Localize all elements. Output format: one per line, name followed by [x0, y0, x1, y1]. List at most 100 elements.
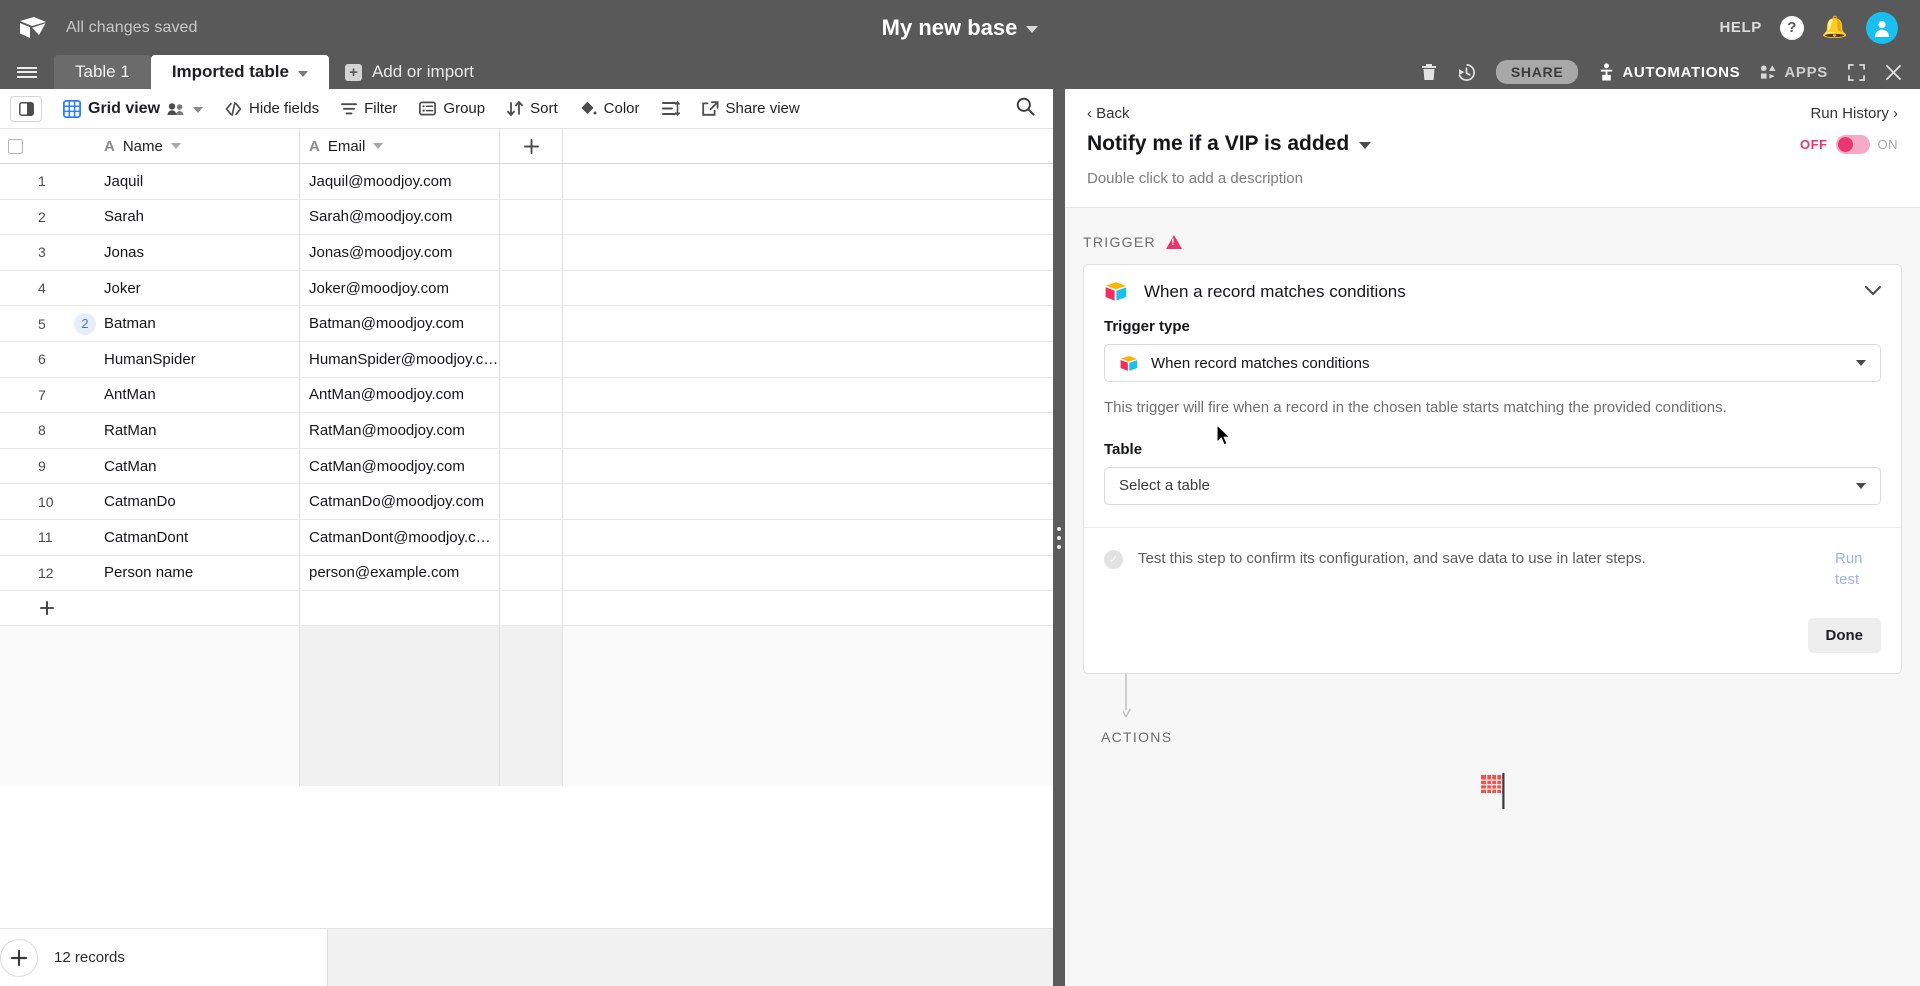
cell-email[interactable]: Jonas@moodjoy.com — [300, 235, 500, 270]
run-test-button[interactable]: Run test — [1835, 548, 1881, 590]
add-row-button[interactable] — [0, 591, 1053, 627]
table-row[interactable]: 1 Jaquil Jaquil@moodjoy.com — [0, 164, 1053, 200]
table-select[interactable]: Select a table — [1104, 466, 1881, 505]
table-row[interactable]: 3 Jonas Jonas@moodjoy.com — [0, 235, 1053, 271]
side-panel-toggle-icon[interactable] — [10, 95, 42, 122]
cell-email[interactable]: CatmanDo@moodjoy.com — [300, 484, 500, 519]
group-button[interactable]: Group — [410, 95, 494, 122]
cell-email[interactable]: AntMan@moodjoy.com — [300, 377, 500, 413]
chevron-down-icon[interactable] — [373, 143, 384, 149]
cell-email[interactable]: Sarah@moodjoy.com — [300, 199, 500, 235]
row-checkbox[interactable] — [0, 378, 30, 413]
chevron-down-icon[interactable] — [1865, 283, 1881, 301]
table-row[interactable]: 5 2 Batman Batman@moodjoy.com — [0, 306, 1053, 342]
done-button[interactable]: Done — [1807, 617, 1881, 653]
add-or-import-button[interactable]: + Add or import — [329, 55, 490, 89]
row-checkbox[interactable] — [0, 413, 30, 448]
column-header-email[interactable]: A Email — [300, 129, 500, 163]
row-comment-badge[interactable] — [66, 449, 104, 484]
hamburger-menu-icon[interactable] — [0, 55, 54, 89]
cell-name[interactable]: Jonas — [104, 235, 300, 270]
automation-title[interactable]: Notify me if a VIP is added — [1087, 132, 1372, 156]
cell-name[interactable]: Joker — [104, 270, 300, 306]
bell-icon[interactable]: 🔔 — [1822, 17, 1848, 38]
automation-toggle-group[interactable]: OFF ON — [1800, 134, 1898, 154]
chevron-down-icon[interactable] — [1359, 142, 1372, 149]
add-record-button[interactable] — [0, 938, 38, 977]
cell-email[interactable]: CatMan@moodjoy.com — [300, 448, 500, 484]
row-checkbox[interactable] — [0, 342, 30, 377]
filter-button[interactable]: Filter — [332, 95, 406, 122]
table-row[interactable]: 4 Joker Joker@moodjoy.com — [0, 270, 1053, 307]
table-row[interactable]: 8 RatMan RatMan@moodjoy.com — [0, 413, 1053, 449]
automation-enable-toggle[interactable] — [1835, 134, 1870, 154]
cell-name[interactable]: HumanSpider — [104, 341, 300, 377]
share-button[interactable]: SHARE — [1495, 60, 1579, 84]
table-row[interactable]: 9 CatMan CatMan@moodjoy.com — [0, 448, 1053, 485]
chevron-down-icon[interactable] — [1026, 25, 1039, 33]
trigger-type-select[interactable]: When record matches conditions — [1104, 344, 1881, 382]
panel-resize-divider[interactable] — [1053, 89, 1065, 986]
row-height-button[interactable] — [653, 96, 689, 121]
add-field-button[interactable] — [500, 129, 563, 163]
row-comment-badge[interactable] — [66, 378, 104, 413]
row-comment-badge[interactable] — [66, 342, 104, 377]
back-button[interactable]: ‹ Back — [1087, 105, 1130, 122]
row-checkbox[interactable] — [0, 200, 30, 235]
cell-email[interactable]: HumanSpider@moodjoy.c… — [300, 341, 500, 377]
trash-icon[interactable] — [1421, 63, 1437, 81]
grid-view-selector[interactable]: Grid view — [54, 95, 212, 123]
row-checkbox[interactable] — [0, 449, 30, 484]
apps-button[interactable]: APPS — [1760, 64, 1828, 81]
row-checkbox[interactable] — [0, 520, 30, 555]
add-row-plus[interactable] — [30, 591, 66, 625]
table-row[interactable]: 11 CatmanDont CatmanDont@moodjoy.c… — [0, 519, 1053, 556]
tab-imported-table[interactable]: Imported table — [150, 55, 329, 89]
row-comment-badge[interactable] — [66, 271, 104, 306]
close-icon[interactable] — [1885, 64, 1902, 81]
cell-name[interactable]: CatMan — [104, 448, 300, 484]
tab-table-1[interactable]: Table 1 — [54, 55, 151, 89]
row-checkbox[interactable] — [0, 235, 30, 270]
cell-name[interactable]: CatmanDo — [104, 484, 300, 519]
cell-email[interactable]: Jaquil@moodjoy.com — [300, 164, 500, 199]
table-row[interactable]: 7 AntMan AntMan@moodjoy.com — [0, 377, 1053, 414]
chevron-down-icon[interactable] — [193, 106, 204, 113]
chevron-down-icon[interactable] — [170, 143, 181, 149]
expand-icon[interactable] — [1848, 63, 1865, 81]
cell-email[interactable]: CatmanDont@moodjoy.c… — [300, 519, 500, 555]
row-checkbox[interactable] — [0, 306, 30, 341]
search-icon[interactable] — [1008, 92, 1043, 126]
row-comment-badge[interactable] — [66, 484, 104, 519]
history-clock-icon[interactable] — [1457, 63, 1476, 82]
automation-description[interactable]: Double click to add a description — [1087, 170, 1898, 187]
row-comment-badge[interactable] — [66, 556, 104, 591]
cell-name[interactable]: AntMan — [104, 377, 300, 413]
row-comment-badge[interactable] — [66, 164, 104, 199]
user-avatar-icon[interactable] — [1866, 11, 1898, 44]
automations-button[interactable]: AUTOMATIONS — [1598, 62, 1740, 82]
table-row[interactable]: 6 HumanSpider HumanSpider@moodjoy.c… — [0, 341, 1053, 378]
row-comment-badge[interactable] — [66, 235, 104, 270]
cell-name[interactable]: RatMan — [104, 413, 300, 448]
cell-name[interactable]: CatmanDont — [104, 519, 300, 555]
comment-count-badge[interactable]: 2 — [74, 312, 96, 335]
run-history-button[interactable]: Run History › — [1810, 105, 1898, 122]
sort-button[interactable]: Sort — [498, 95, 567, 122]
question-circle-icon[interactable]: ? — [1779, 15, 1804, 40]
cell-email[interactable]: Batman@moodjoy.com — [300, 306, 500, 341]
help-label[interactable]: HELP — [1719, 19, 1761, 36]
airtable-logo-icon[interactable] — [0, 16, 66, 40]
table-row[interactable]: 12 Person name person@example.com — [0, 555, 1053, 592]
row-checkbox[interactable] — [0, 164, 30, 199]
cell-email[interactable]: person@example.com — [300, 555, 500, 591]
column-header-name[interactable]: A Name — [104, 129, 300, 163]
caret-down-icon[interactable] — [1856, 360, 1866, 366]
color-button[interactable]: Color — [571, 95, 649, 122]
caret-down-icon[interactable] — [1856, 482, 1866, 489]
row-checkbox[interactable] — [0, 271, 30, 306]
cell-name[interactable]: Batman — [104, 306, 300, 341]
cell-name[interactable]: Person name — [104, 555, 300, 591]
cell-name[interactable]: Jaquil — [104, 164, 300, 199]
row-comment-badge[interactable]: 2 — [66, 306, 104, 341]
